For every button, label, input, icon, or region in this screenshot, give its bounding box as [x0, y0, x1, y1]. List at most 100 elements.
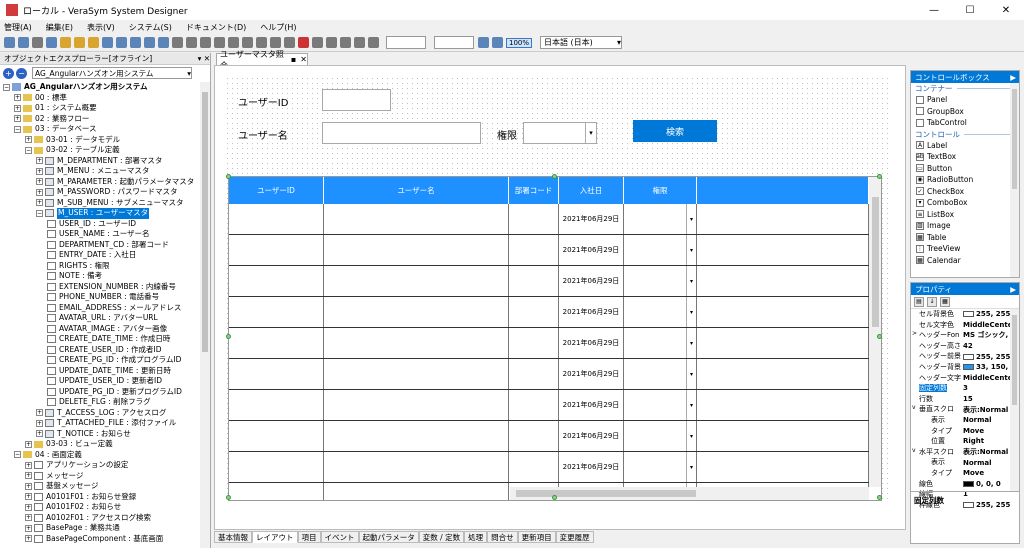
resize-handle[interactable]	[226, 174, 231, 179]
remove-icon[interactable]: −	[16, 67, 27, 79]
user-id-label[interactable]: ユーザーID	[238, 94, 288, 109]
grid-cell[interactable]: ▾	[624, 235, 697, 265]
grid-cell[interactable]	[229, 204, 324, 234]
tree-node[interactable]: − M_USER : ユーザーマスタ	[0, 208, 200, 219]
resize-handle[interactable]	[877, 334, 882, 339]
document-tab[interactable]: ユーザーマスタ照会 ▪ ✕	[216, 50, 308, 70]
control-item[interactable]: ◉ RadioButton	[911, 174, 1019, 186]
control-item[interactable]: ✓ CheckBox	[911, 186, 1019, 198]
layout-icon[interactable]	[326, 37, 337, 48]
grid-cell[interactable]: 2021年06月29日	[559, 452, 624, 482]
control-item[interactable]: ▦ Table	[911, 232, 1019, 244]
grid-cell[interactable]	[324, 359, 509, 389]
grid-cell[interactable]: 2021年06月29日	[559, 235, 624, 265]
camera-icon[interactable]	[312, 37, 323, 48]
tree-node[interactable]: − 03 : データベース	[0, 124, 200, 135]
user-id-input[interactable]	[322, 89, 391, 111]
control-item[interactable]: Panel	[911, 94, 1019, 106]
grid-cell[interactable]	[697, 235, 869, 265]
grid-cell[interactable]	[509, 359, 559, 389]
grid-column-header[interactable]	[697, 177, 869, 204]
grid-cell[interactable]: 2021年06月29日	[559, 328, 624, 358]
tree-node[interactable]: + M_DEPARTMENT : 部署マスタ	[0, 156, 200, 167]
menu-item[interactable]: ヘルプ(H)	[260, 22, 296, 33]
chevron-down-icon[interactable]: ▾	[686, 359, 696, 389]
tree-node[interactable]: +03-03 : ビュー定義	[0, 439, 200, 450]
control-item[interactable]: ▨ Image	[911, 220, 1019, 232]
grid-cell[interactable]: 2021年06月29日	[559, 266, 624, 296]
grid-cell[interactable]: ▾	[624, 390, 697, 420]
user-name-input[interactable]	[322, 122, 481, 144]
table-row[interactable]: 2021年06月29日 ▾	[229, 359, 869, 390]
tree-node[interactable]: + T_ACCESS_LOG : アクセスログ	[0, 408, 200, 419]
tree-node[interactable]: UPDATE_DATE_TIME : 更新日時	[0, 366, 200, 377]
chevron-down-icon[interactable]: ▾	[686, 266, 696, 296]
grid-cell[interactable]	[324, 204, 509, 234]
table-row[interactable]: 2021年06月29日 ▾	[229, 390, 869, 421]
zoom-out-icon[interactable]	[492, 37, 503, 48]
grid-cell[interactable]	[509, 204, 559, 234]
user-grid[interactable]: ユーザーID ユーザー名 部署コード 入社日 権限 2021年06月29日 ▾ 2021年0…	[228, 176, 882, 501]
grid-cell[interactable]	[324, 390, 509, 420]
grid-cell[interactable]	[509, 297, 559, 327]
grid-column-header[interactable]: ユーザー名	[324, 177, 509, 204]
grid-size-field[interactable]	[434, 36, 474, 49]
grid-cell[interactable]	[697, 390, 869, 420]
grid-vertical-scrollbar-thumb[interactable]	[872, 197, 879, 327]
expand-toggle-icon[interactable]: −	[3, 83, 10, 91]
property-pages-icon[interactable]: ▦	[940, 296, 950, 307]
resize-handle[interactable]	[877, 495, 882, 500]
clear-icon[interactable]	[298, 37, 309, 48]
designer-tab[interactable]: 基本情報	[214, 531, 252, 543]
tree-node[interactable]: +03-01 : データモデル	[0, 135, 200, 146]
grid-cell[interactable]: ▾	[624, 359, 697, 389]
grid-cell[interactable]	[324, 452, 509, 482]
grid-cell[interactable]	[697, 266, 869, 296]
designer-tab[interactable]: 更新項目	[517, 531, 556, 543]
copy-icon[interactable]	[116, 37, 127, 48]
property-row[interactable]: 行数 15	[911, 394, 1019, 405]
expand-toggle-icon[interactable]: +	[25, 493, 32, 501]
designer-tab[interactable]: 変更履歴	[555, 531, 594, 543]
grid-cell[interactable]	[229, 328, 324, 358]
grid-cell[interactable]	[229, 266, 324, 296]
menu-item[interactable]: ドキュメント(D)	[186, 22, 246, 33]
tree-node[interactable]: CREATE_DATE_TIME : 作成日時	[0, 334, 200, 345]
expand-toggle-icon[interactable]: +	[25, 535, 32, 543]
designer-tab[interactable]: 変数 / 定数	[418, 531, 465, 543]
align-middle-icon[interactable]	[228, 37, 239, 48]
expand-icon[interactable]: ▶	[1010, 285, 1016, 294]
grid-cell[interactable]	[229, 359, 324, 389]
tree-node[interactable]: + アプリケーションの設定	[0, 460, 200, 471]
grid-cell[interactable]	[324, 266, 509, 296]
grid-column-header[interactable]: ユーザーID	[229, 177, 324, 204]
tree-node[interactable]: CREATE_PG_ID : 作成プログラムID	[0, 355, 200, 366]
property-row[interactable]: セル文字色 MiddleCente	[911, 320, 1019, 331]
control-section-header[interactable]: コントロール	[911, 129, 1019, 140]
tree-node[interactable]: DELETE_FLG : 削除フラグ	[0, 397, 200, 408]
table-row[interactable]: 2021年06月29日 ▾	[229, 452, 869, 483]
resize-handle[interactable]	[552, 495, 557, 500]
tree-node[interactable]: USER_ID : ユーザーID	[0, 219, 200, 230]
designer-tab[interactable]: 起動パラメータ	[358, 531, 419, 543]
save-icon[interactable]	[46, 37, 57, 48]
chevron-down-icon[interactable]: ▾	[686, 452, 696, 482]
back-icon[interactable]	[4, 37, 15, 48]
tree-node[interactable]: ENTRY_DATE : 入社日	[0, 250, 200, 261]
language-select[interactable]: 日本語 (日本) ▾	[540, 36, 623, 49]
expand-toggle-icon[interactable]: >	[912, 330, 917, 337]
grid-cell[interactable]: ▾	[624, 297, 697, 327]
property-row[interactable]: ヘッダー文字 MiddleCente	[911, 373, 1019, 384]
table-row[interactable]: 2021年06月29日 ▾	[229, 328, 869, 359]
tree-node[interactable]: RIGHTS : 権限	[0, 261, 200, 272]
resize-handle[interactable]	[226, 495, 231, 500]
export-icon[interactable]	[88, 37, 99, 48]
grid-cell[interactable]	[509, 266, 559, 296]
tree-node[interactable]: + A0102F01 : アクセスログ検索	[0, 513, 200, 524]
grid-cell[interactable]: ▾	[624, 204, 697, 234]
property-row[interactable]: セル背景色 255, 255	[911, 309, 1019, 320]
tree-scrollbar-thumb[interactable]	[202, 92, 208, 352]
grid-cell[interactable]	[324, 328, 509, 358]
font-size-field[interactable]	[386, 36, 426, 49]
expand-toggle-icon[interactable]: +	[36, 167, 43, 175]
